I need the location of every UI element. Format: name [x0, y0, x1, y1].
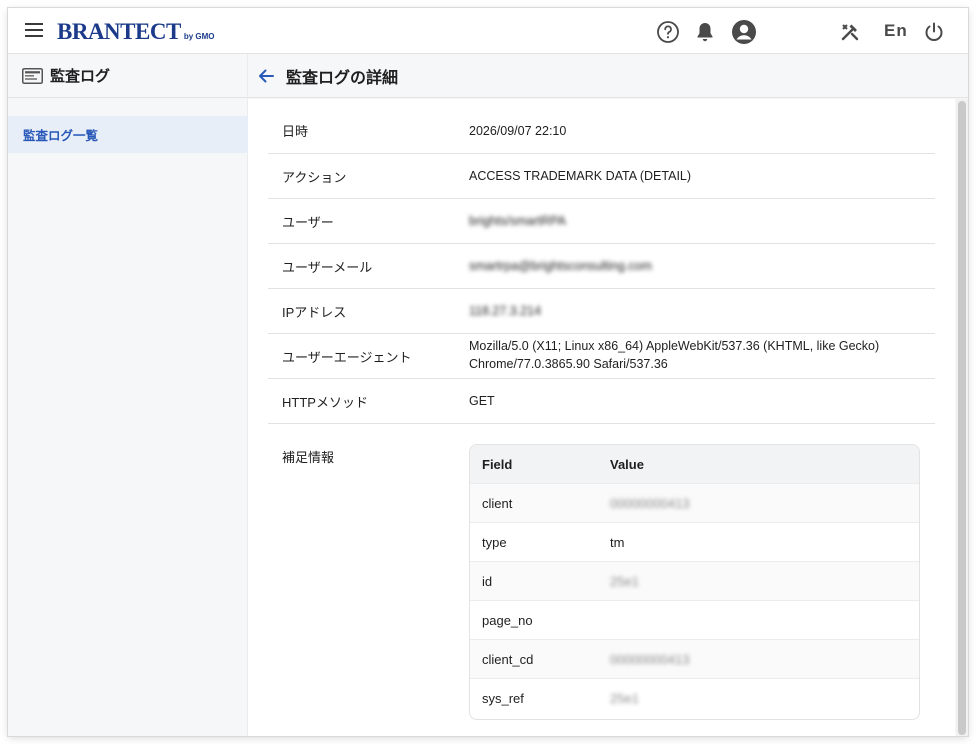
value-cell-redacted: 00000000413 [610, 652, 690, 667]
logo-sub-text: by GMO [183, 32, 215, 41]
detail-label: 補足情報 [282, 450, 335, 465]
value-cell-redacted: 25e1 [610, 691, 639, 706]
detail-label: HTTPメソッド [282, 394, 368, 410]
brand-logo[interactable]: BRANTECT by GMO [57, 20, 214, 44]
detail-row-user: ユーザー brights/smartRPA [268, 199, 935, 244]
value-cell-redacted: 00000000413 [610, 496, 690, 511]
field-cell: client [482, 496, 513, 511]
tools-icon[interactable] [837, 19, 863, 45]
detail-row-http-method: HTTPメソッド GET [268, 379, 935, 424]
supplement-table-header: Field Value [470, 445, 919, 484]
field-cell: client_cd [482, 652, 534, 667]
detail-row-action: アクション ACCESS TRADEMARK DATA (DETAIL) [268, 154, 935, 199]
field-cell: sys_ref [482, 691, 524, 706]
column-header-field: Field [482, 457, 513, 472]
language-toggle[interactable]: En [884, 20, 908, 42]
page-title: 監査ログの詳細 [286, 69, 399, 87]
detail-row-ip-address: IPアドレス 118.27.3.214 [268, 289, 935, 334]
detail-row-datetime: 日時 2026/09/07 22:10 [268, 108, 935, 154]
main-content: 監査ログの詳細 日時 2026/09/07 22:10 アクション ACCESS… [248, 54, 968, 736]
detail-value: 2026/09/07 22:10 [469, 123, 567, 138]
sidebar: 監査ログ 監査ログ一覧 [8, 54, 248, 736]
detail-row-user-email: ユーザーメール smartrpa@brightsconsulting.com [268, 244, 935, 289]
back-arrow-icon[interactable] [255, 65, 277, 87]
detail-value-redacted: 118.27.3.214 [469, 304, 542, 318]
detail-value: ACCESS TRADEMARK DATA (DETAIL) [469, 169, 692, 183]
bell-icon[interactable] [692, 19, 718, 45]
audit-log-icon [22, 67, 43, 84]
detail-value-redacted: smartrpa@brightsconsulting.com [469, 259, 652, 273]
account-icon[interactable] [731, 19, 757, 45]
logo-text: BRANTECT [57, 19, 181, 44]
value-cell-redacted: 25e1 [610, 574, 639, 589]
detail-label: 日時 [282, 124, 309, 139]
detail-value-redacted: brights/smartRPA [469, 214, 567, 228]
detail-value: GET [469, 394, 495, 408]
detail-row-user-agent: ユーザーエージェント Mozilla/5.0 (X11; Linux x86_6… [268, 334, 935, 379]
detail-label: ユーザーメール [282, 259, 373, 275]
detail-label: ユーザーエージェント [282, 349, 412, 365]
sidebar-item-audit-log-list[interactable]: 監査ログ一覧 [8, 116, 248, 153]
detail-label: ユーザー [282, 214, 334, 230]
table-row: id 25e1 [470, 562, 919, 601]
supplement-table: Field Value client 00000000413 type tm i… [469, 444, 920, 720]
detail-value: Mozilla/5.0 (X11; Linux x86_64) AppleWeb… [469, 337, 879, 373]
app-window: BRANTECT by GMO En 監査ログ 監査ログ一覧 監査ログの詳細 日… [8, 8, 968, 736]
field-cell: id [482, 574, 493, 589]
help-icon[interactable] [655, 19, 681, 45]
sidebar-header: 監査ログ [8, 54, 247, 98]
scrollbar-thumb[interactable] [958, 101, 966, 735]
table-row: type tm [470, 523, 919, 562]
table-row: client 00000000413 [470, 484, 919, 523]
detail-label: IPアドレス [282, 304, 347, 320]
user-agent-line-2: Chrome/77.0.3865.90 Safari/537.36 [469, 357, 668, 371]
menu-icon[interactable] [25, 23, 43, 39]
page-header: 監査ログの詳細 [248, 54, 968, 98]
sidebar-title: 監査ログ [50, 68, 111, 85]
value-cell: tm [610, 535, 625, 550]
detail-label: アクション [282, 169, 347, 185]
main-scrollbar[interactable] [956, 99, 968, 736]
user-agent-line-1: Mozilla/5.0 (X11; Linux x86_64) AppleWeb… [469, 339, 880, 353]
table-row: sys_ref 25e1 [470, 679, 919, 718]
top-bar: BRANTECT by GMO En [8, 8, 968, 54]
field-cell: type [482, 535, 507, 550]
field-cell: page_no [482, 613, 533, 628]
detail-card: 日時 2026/09/07 22:10 アクション ACCESS TRADEMA… [248, 99, 955, 736]
column-header-value: Value [610, 457, 644, 472]
table-row: page_no [470, 601, 919, 640]
power-icon[interactable] [921, 19, 947, 45]
table-row: client_cd 00000000413 [470, 640, 919, 679]
